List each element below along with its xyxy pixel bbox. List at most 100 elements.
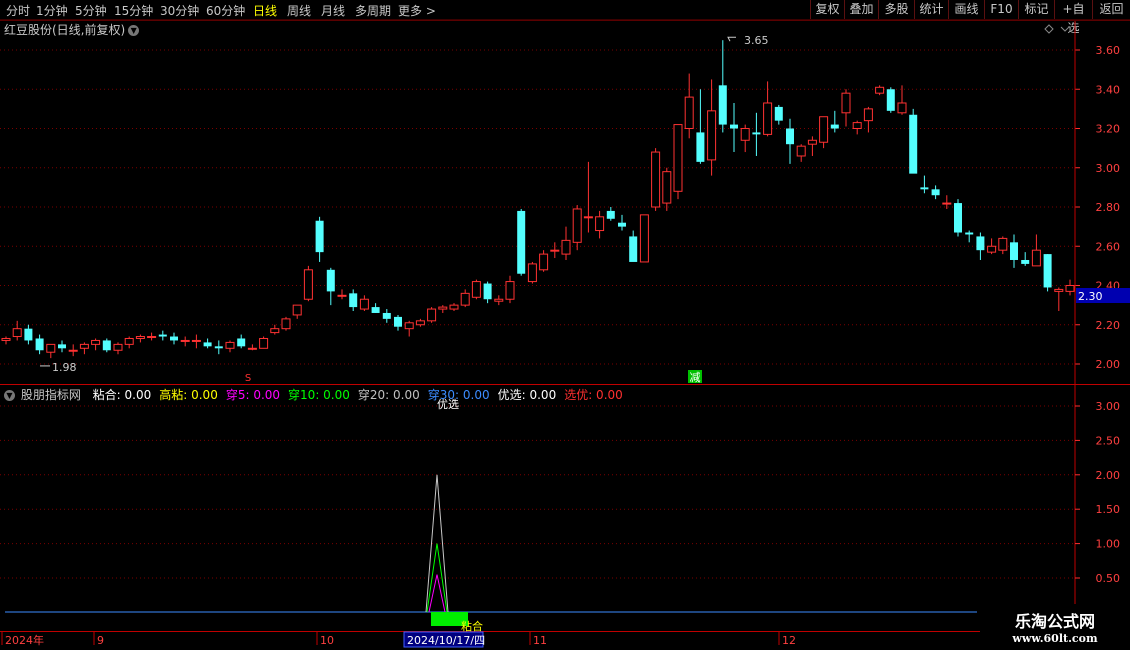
candle-body <box>539 253 549 271</box>
candle-body <box>237 338 246 347</box>
indicator-field-6: 优选: 0.00 <box>497 388 557 402</box>
candle-body <box>303 269 313 300</box>
candle-body <box>841 92 851 114</box>
candle-body <box>629 236 638 262</box>
indicator-field-2: 穿5: 0.00 <box>225 388 281 402</box>
candle-body <box>965 232 974 235</box>
candle-body <box>315 220 324 253</box>
candle-body <box>1065 285 1075 292</box>
candle-body <box>673 124 683 192</box>
low-label: 1.98 <box>52 361 77 374</box>
candle-body <box>394 316 402 327</box>
candle-body <box>886 89 895 111</box>
price-axis-label: 3.60 <box>1096 44 1121 57</box>
candle-body <box>91 339 101 345</box>
candle-body <box>135 336 145 339</box>
indicator-axis-label: 1.50 <box>1096 503 1121 516</box>
candle-body <box>696 132 705 162</box>
candle-body <box>852 122 862 130</box>
candle-body <box>214 346 223 349</box>
watermark-url: www.60lt.com <box>1012 632 1098 645</box>
annotation-nianhe: 粘合 <box>461 619 483 633</box>
candle-body <box>505 281 515 300</box>
indicator-fields: 粘合: 0.00 高粘: 0.00 穿5: 0.00 穿10: 0.00 穿20: 0.… <box>87 388 625 402</box>
candle-body <box>326 269 335 292</box>
indicator-field-3: 穿10: 0.00 <box>288 388 350 402</box>
high-marker <box>727 36 736 42</box>
candle-body <box>147 336 157 339</box>
candle-body <box>583 216 593 219</box>
candle-body <box>158 334 167 337</box>
watermark: 乐淘公式网 www.60lt.com <box>980 604 1130 650</box>
candle-body <box>920 187 929 190</box>
indicator-axis-label: 2.50 <box>1096 434 1121 447</box>
chevron-down-icon[interactable]: ▼ <box>4 390 15 401</box>
candle-body <box>24 328 33 341</box>
price-axis-label: 3.40 <box>1096 83 1121 96</box>
candle-body <box>718 85 727 125</box>
candle-body <box>35 338 44 351</box>
candle-body <box>180 339 190 342</box>
candle-body <box>113 343 123 351</box>
candle-body <box>281 318 291 330</box>
candle-body <box>1 337 11 341</box>
candle-body <box>618 222 626 227</box>
candle-body <box>561 239 571 255</box>
candle-body <box>976 236 985 251</box>
candle-body <box>382 312 391 319</box>
candle-body <box>68 349 78 352</box>
candle-body <box>740 128 750 141</box>
candle-body <box>752 132 761 135</box>
candle-body <box>427 308 437 322</box>
time-cursor-label: 2024/10/17/四 <box>407 634 485 647</box>
candle-body <box>225 341 235 349</box>
candle-body <box>1054 288 1064 292</box>
high-label: 3.65 <box>744 34 769 47</box>
candle-body <box>471 281 481 298</box>
candle-body <box>12 328 22 338</box>
candle-body <box>707 110 717 161</box>
indicator-header: ▼ 股朋指标网 粘合: 0.00 高粘: 0.00 穿5: 0.00 穿10: 0.0… <box>4 386 627 403</box>
candle-body <box>449 304 459 310</box>
candle-body <box>270 328 280 334</box>
indicator-axis-label: 2.00 <box>1096 469 1121 482</box>
sell-marker: S <box>245 373 251 384</box>
candle-body <box>191 339 201 342</box>
kline-chart[interactable]: 3.603.403.203.002.802.602.402.202.003.65… <box>0 0 1130 650</box>
candle-body <box>651 151 661 208</box>
candle-body <box>46 343 56 353</box>
reduce-marker: 减 <box>690 371 701 384</box>
candle-body <box>460 292 470 306</box>
candle-body <box>830 124 839 129</box>
time-axis-label: 2024年 <box>5 633 44 647</box>
candle-body <box>203 342 212 347</box>
current-price-label: 2.30 <box>1078 290 1103 303</box>
candle-body <box>1010 242 1018 260</box>
candle-body <box>786 128 794 145</box>
candle-body <box>292 304 302 316</box>
watermark-title: 乐淘公式网 <box>1014 612 1095 631</box>
candle-body <box>359 298 369 310</box>
candle-body <box>730 124 738 129</box>
candle-body <box>684 96 694 129</box>
candle-body <box>102 340 111 351</box>
time-axis-label: 12 <box>782 634 796 647</box>
diamond-icon <box>1044 24 1054 34</box>
candle-body <box>572 208 582 243</box>
candle-body <box>58 344 66 349</box>
candle-body <box>494 298 504 302</box>
candle-body <box>998 237 1008 251</box>
candle-body <box>404 322 414 330</box>
candle-body <box>438 306 448 310</box>
candle-body <box>909 114 918 174</box>
candle-body <box>124 337 134 345</box>
chevron-down-icon <box>1060 26 1070 32</box>
candle-body <box>863 108 873 122</box>
price-axis-label: 3.00 <box>1096 162 1121 175</box>
candle-body <box>259 337 269 349</box>
candle-body <box>796 145 806 157</box>
candle-body <box>954 203 962 233</box>
indicator-axis-label: 0.50 <box>1096 572 1121 585</box>
indicator-field-5: 穿30: 0.00 <box>427 388 490 402</box>
indicator-name: 股朋指标网 <box>20 388 81 402</box>
